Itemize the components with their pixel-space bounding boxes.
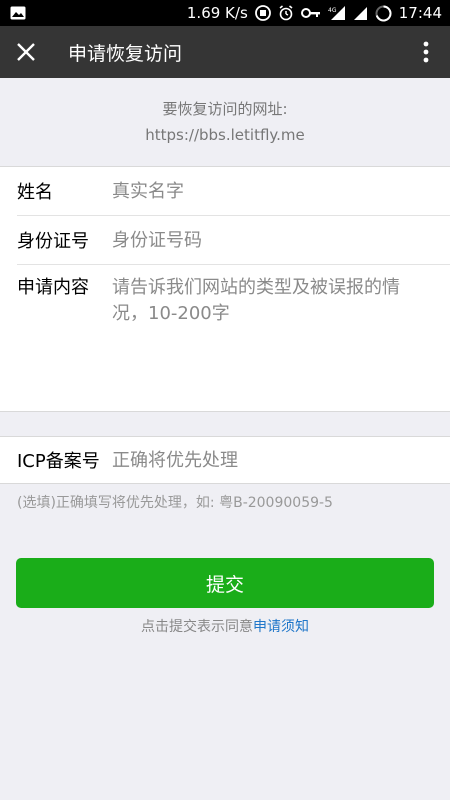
alarm-icon bbox=[278, 5, 294, 21]
content-textarea[interactable] bbox=[112, 275, 450, 345]
title-bar: 申请恢复访问 bbox=[0, 26, 450, 78]
network-speed: 1.69 K/s bbox=[186, 4, 248, 22]
agreement-text: 点击提交表示同意申请须知 bbox=[0, 616, 450, 636]
icp-form: ICP备案号 bbox=[0, 436, 450, 484]
battery-charging-icon bbox=[375, 5, 392, 22]
name-label: 姓名 bbox=[17, 182, 53, 203]
icp-hint: (选填)正确填写将优先处理，如: 粤B-20090059-5 bbox=[17, 495, 333, 511]
close-button[interactable] bbox=[0, 26, 52, 78]
more-vertical-icon bbox=[423, 41, 429, 63]
icp-input[interactable] bbox=[112, 437, 450, 483]
signal-icon bbox=[353, 6, 368, 21]
name-row: 姓名 bbox=[0, 167, 450, 215]
appeal-form: 姓名 身份证号 申请内容 bbox=[0, 166, 450, 412]
clock: 17:44 bbox=[398, 4, 442, 22]
content-label: 申请内容 bbox=[17, 277, 89, 298]
data-saver-icon bbox=[254, 5, 271, 21]
content-row: 申请内容 bbox=[0, 265, 450, 411]
more-options-button[interactable] bbox=[402, 26, 450, 78]
site-url: https://bbs.letitfly.me bbox=[145, 126, 305, 144]
id-number-label: 身份证号 bbox=[17, 231, 89, 252]
icp-label: ICP备案号 bbox=[17, 451, 100, 472]
terms-link[interactable]: 申请须知 bbox=[253, 619, 309, 635]
image-notification-icon bbox=[10, 6, 26, 20]
id-number-input[interactable] bbox=[112, 216, 450, 264]
network-type-label: 4G bbox=[328, 7, 337, 14]
close-icon bbox=[17, 43, 35, 61]
name-input[interactable] bbox=[112, 167, 450, 215]
submit-button[interactable]: 提交 bbox=[16, 558, 434, 608]
vpn-key-icon bbox=[300, 7, 321, 19]
status-bar: 1.69 K/s 4G 17:44 bbox=[0, 0, 450, 26]
signal-4g-icon: 4G bbox=[328, 5, 346, 21]
site-info-label: 要恢复访问的网址: bbox=[162, 100, 288, 118]
id-number-row: 身份证号 bbox=[0, 216, 450, 264]
icp-row: ICP备案号 bbox=[0, 437, 450, 483]
agreement-prefix: 点击提交表示同意 bbox=[141, 619, 253, 635]
page-title: 申请恢复访问 bbox=[68, 42, 183, 65]
site-info: 要恢复访问的网址: https://bbs.letitfly.me bbox=[0, 78, 450, 166]
